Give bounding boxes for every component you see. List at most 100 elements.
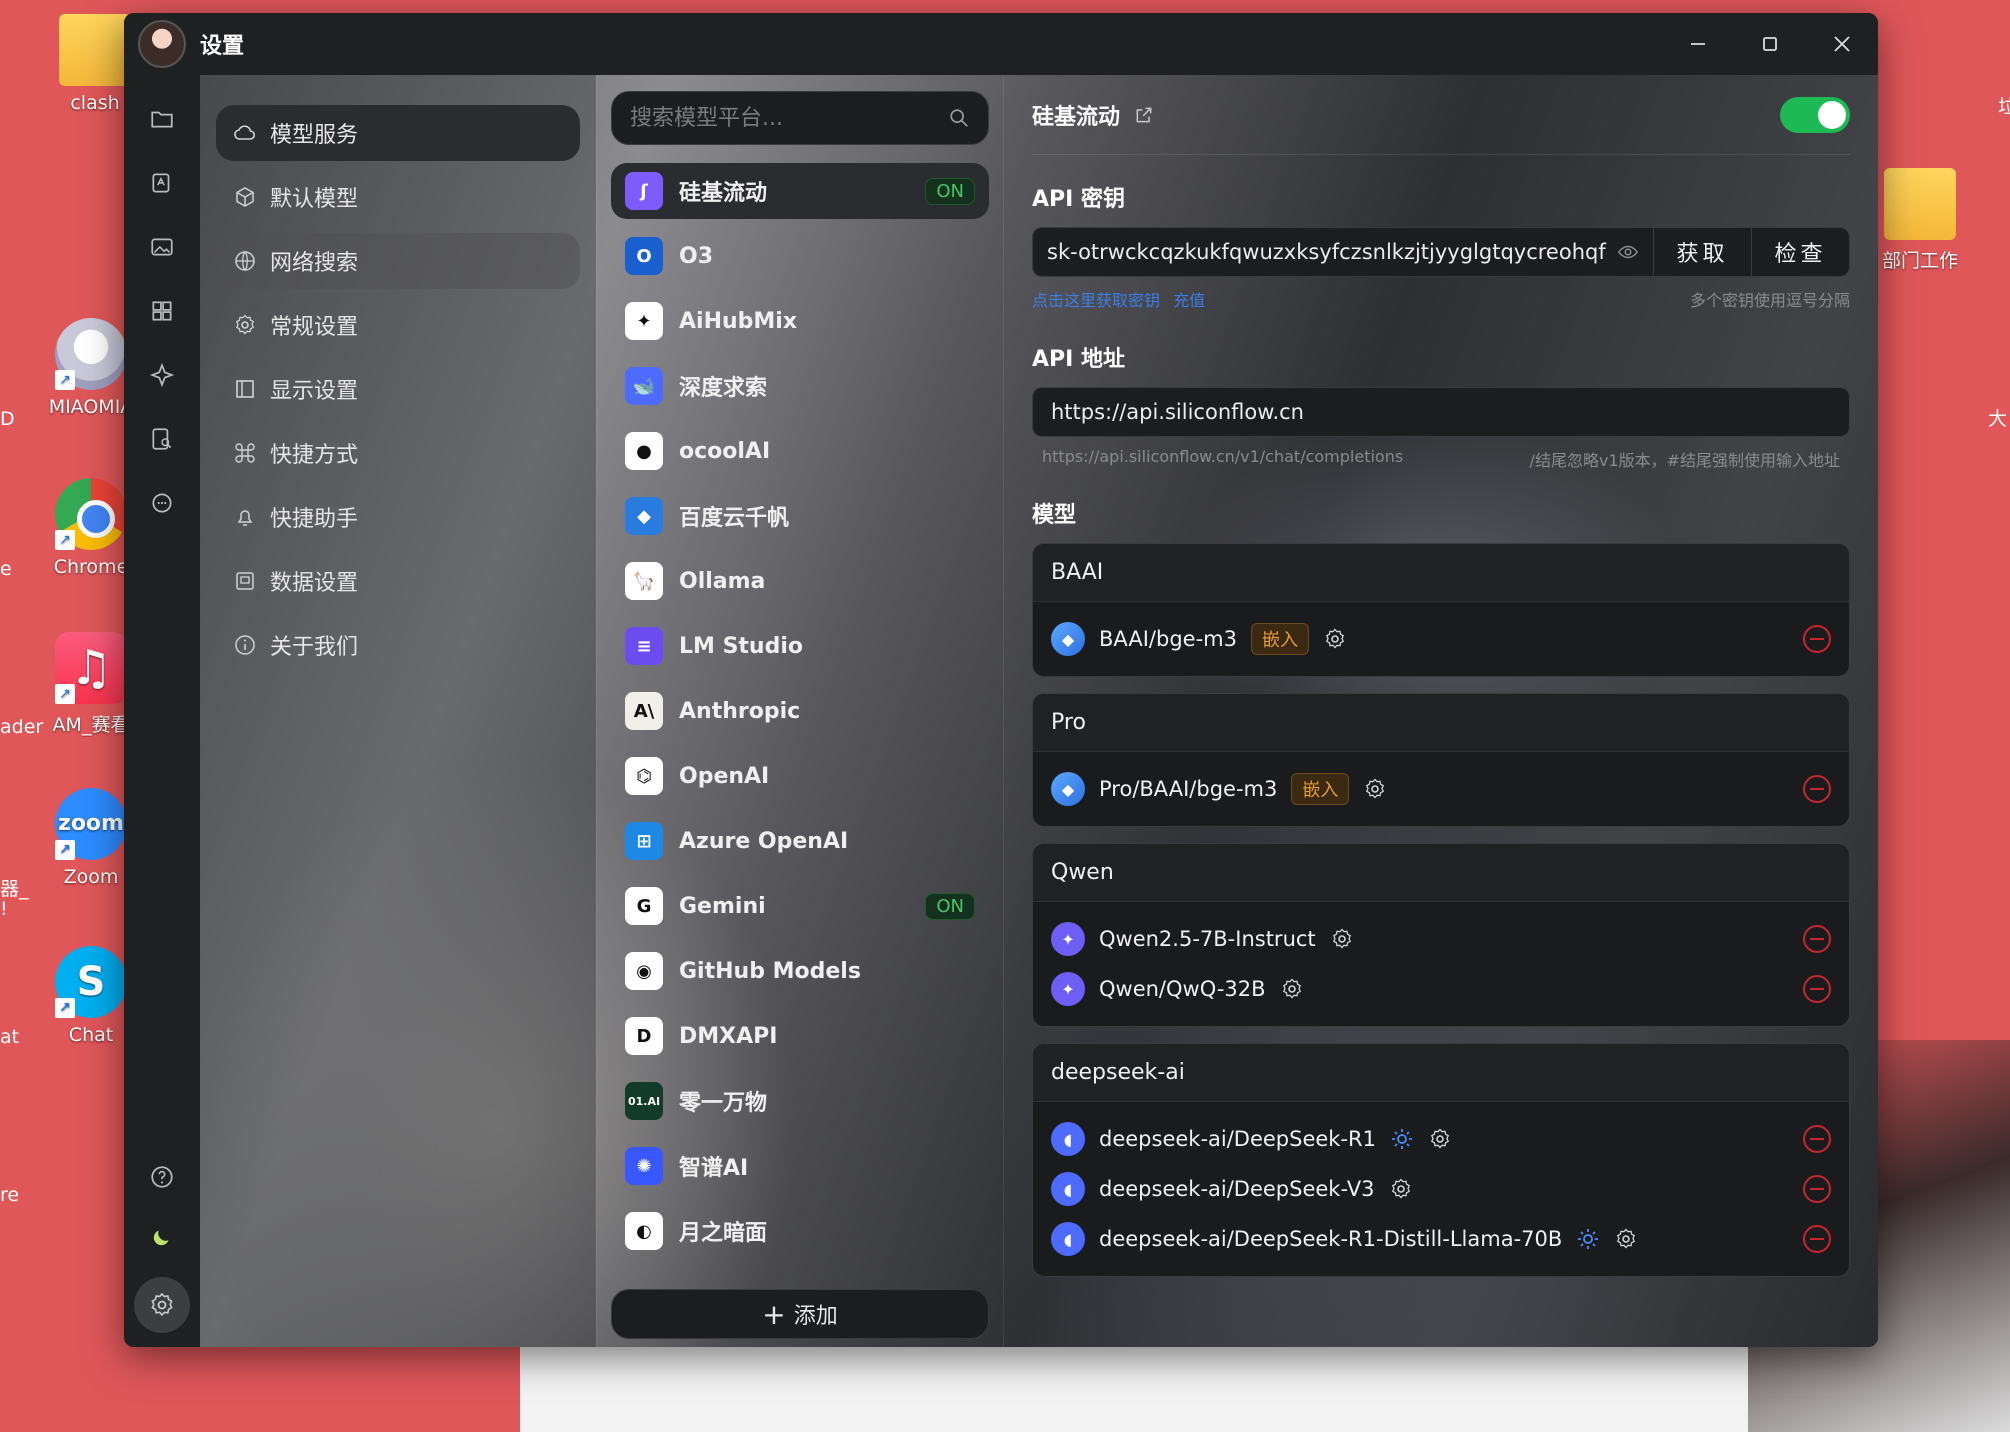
nav-item-5[interactable]: 快捷方式 — [216, 425, 580, 481]
provider-item[interactable]: ≡ LM Studio — [611, 618, 989, 674]
nav-item-2[interactable]: 网络搜索 — [216, 233, 580, 289]
folder-icon[interactable] — [142, 99, 182, 139]
provider-item[interactable]: 01.AI 零一万物 — [611, 1073, 989, 1129]
title-bar[interactable]: 设置 — [124, 13, 1878, 75]
nav-item-7[interactable]: 数据设置 — [216, 553, 580, 609]
detail-header: 硅基流动 — [1032, 75, 1850, 155]
document-search-icon[interactable] — [142, 419, 182, 459]
provider-item[interactable]: ⊞ Azure OpenAI — [611, 813, 989, 869]
provider-item[interactable]: ✦ AiHubMix — [611, 293, 989, 349]
eye-icon[interactable] — [1617, 241, 1639, 263]
recharge-link[interactable]: 充值 — [1173, 291, 1205, 310]
provider-item[interactable]: A\ Anthropic — [611, 683, 989, 739]
user-avatar[interactable] — [138, 20, 186, 68]
model-groups: BAAI ◆ BAAI/bge-m3 嵌入 Pro ◆ Pro/BAAI/bge-m3 嵌入 Q… — [1032, 543, 1850, 1277]
maximize-button[interactable] — [1734, 13, 1806, 75]
provider-item[interactable]: ✺ 智谱AI — [611, 1138, 989, 1194]
model-group-header[interactable]: deepseek-ai — [1033, 1044, 1849, 1102]
model-group-header[interactable]: Pro — [1033, 694, 1849, 752]
remove-model-button[interactable] — [1803, 625, 1831, 653]
remove-model-button[interactable] — [1803, 1125, 1831, 1153]
shortcut-arrow-icon: ↗ — [55, 370, 75, 390]
add-provider-button[interactable]: + 添加 — [611, 1289, 989, 1339]
nav-item-0[interactable]: 模型服务 — [216, 105, 580, 161]
nav-item-4[interactable]: 显示设置 — [216, 361, 580, 417]
provider-name: Azure OpenAI — [679, 828, 849, 854]
moon-icon[interactable] — [142, 1217, 182, 1257]
sparkle-icon[interactable] — [142, 355, 182, 395]
assistant-icon[interactable] — [142, 163, 182, 203]
provider-item[interactable]: G Gemini ON — [611, 878, 989, 934]
api-url-hint: https://api.siliconflow.cn/v1/chat/compl… — [1032, 447, 1850, 471]
gear-icon[interactable] — [1323, 627, 1347, 651]
external-link-icon[interactable] — [1134, 105, 1154, 125]
model-group-header[interactable]: Qwen — [1033, 844, 1849, 902]
provider-item[interactable]: ◆ 百度云千帆 — [611, 488, 989, 544]
edge-label: re — [0, 1184, 20, 1206]
gear-icon[interactable] — [1614, 1227, 1638, 1251]
api-key-label: API 密钥 — [1032, 187, 1125, 212]
nav-item-8[interactable]: 关于我们 — [216, 617, 580, 673]
nav-item-6[interactable]: 快捷助手 — [216, 489, 580, 545]
provider-search[interactable] — [611, 91, 989, 145]
api-key-links: 点击这里获取密钥 充值 — [1032, 287, 1213, 311]
nav-item-3[interactable]: 常规设置 — [216, 297, 580, 353]
provider-item[interactable]: 🦙 Ollama — [611, 553, 989, 609]
provider-logo-glyph: ✺ — [636, 1155, 652, 1177]
check-key-button[interactable]: 检查 — [1751, 228, 1849, 276]
provider-item[interactable]: O O3 — [611, 228, 989, 284]
desktop-icon-dept-work[interactable]: 部门工作 — [1865, 168, 1975, 273]
group-name: BAAI — [1051, 560, 1104, 585]
provider-enable-toggle[interactable] — [1780, 96, 1850, 133]
provider-item[interactable]: ⌬ OpenAI — [611, 748, 989, 804]
provider-item[interactable]: ◉ GitHub Models — [611, 943, 989, 999]
provider-logo-glyph: A\ — [633, 700, 655, 722]
close-button[interactable] — [1806, 13, 1878, 75]
remove-model-button[interactable] — [1803, 925, 1831, 953]
settings-icon[interactable] — [134, 1277, 190, 1333]
maximize-icon — [1763, 37, 1777, 51]
api-url-input[interactable]: https://api.siliconflow.cn — [1032, 387, 1850, 437]
get-key-link[interactable]: 点击这里获取密钥 — [1032, 291, 1160, 310]
on-badge: ON — [925, 892, 975, 920]
provider-logo-icon: ⊞ — [625, 822, 663, 860]
gear-icon[interactable] — [1389, 1177, 1413, 1201]
qwen-logo-icon: ✦ — [1051, 922, 1085, 956]
provider-name: GitHub Models — [679, 958, 861, 984]
group-name: Pro — [1051, 710, 1086, 735]
help-icon[interactable] — [142, 1157, 182, 1197]
model-group-header[interactable]: BAAI — [1033, 544, 1849, 602]
gear-icon[interactable] — [1330, 927, 1354, 951]
model-row: ✦ Qwen2.5-7B-Instruct — [1033, 914, 1849, 964]
gear-icon[interactable] — [1363, 777, 1387, 801]
chat-icon[interactable] — [142, 483, 182, 523]
apps-icon[interactable] — [142, 291, 182, 331]
search-icon[interactable] — [948, 107, 970, 129]
provider-item[interactable]: 🐋 深度求索 — [611, 358, 989, 414]
remove-model-button[interactable] — [1803, 1175, 1831, 1203]
gear-icon[interactable] — [1428, 1127, 1452, 1151]
api-key-row: sk-otrwckcqzkukfqwuzxksyfczsnlkzjtjyyglg… — [1032, 227, 1850, 277]
remove-model-button[interactable] — [1803, 775, 1831, 803]
search-input[interactable] — [630, 105, 948, 131]
image-icon[interactable] — [142, 227, 182, 267]
api-key-field[interactable]: sk-otrwckcqzkukfqwuzxksyfczsnlkzjtjyyglg… — [1033, 228, 1653, 276]
provider-item[interactable]: ʃ 硅基流动 ON — [611, 163, 989, 219]
model-group-body: ◆ BAAI/bge-m3 嵌入 — [1033, 602, 1849, 676]
minimize-button[interactable] — [1662, 13, 1734, 75]
get-key-button[interactable]: 获取 — [1653, 228, 1751, 276]
provider-item[interactable]: ◐ 月之暗面 — [611, 1203, 989, 1259]
folder-icon — [1884, 168, 1956, 240]
provider-item[interactable]: D DMXAPI — [611, 1008, 989, 1064]
provider-item[interactable]: ● ocoolAI — [611, 423, 989, 479]
edge-label: e — [0, 558, 12, 580]
model-id: Qwen2.5-7B-Instruct — [1099, 927, 1316, 951]
remove-model-button[interactable] — [1803, 975, 1831, 1003]
nav-item-1[interactable]: 默认模型 — [216, 169, 580, 225]
remove-model-button[interactable] — [1803, 1225, 1831, 1253]
provider-logo-icon: 01.AI — [625, 1082, 663, 1120]
nav-item-label: 显示设置 — [270, 379, 359, 404]
window-title: 设置 — [200, 34, 245, 59]
gear-icon[interactable] — [1280, 977, 1304, 1001]
minimize-icon — [1691, 43, 1705, 45]
